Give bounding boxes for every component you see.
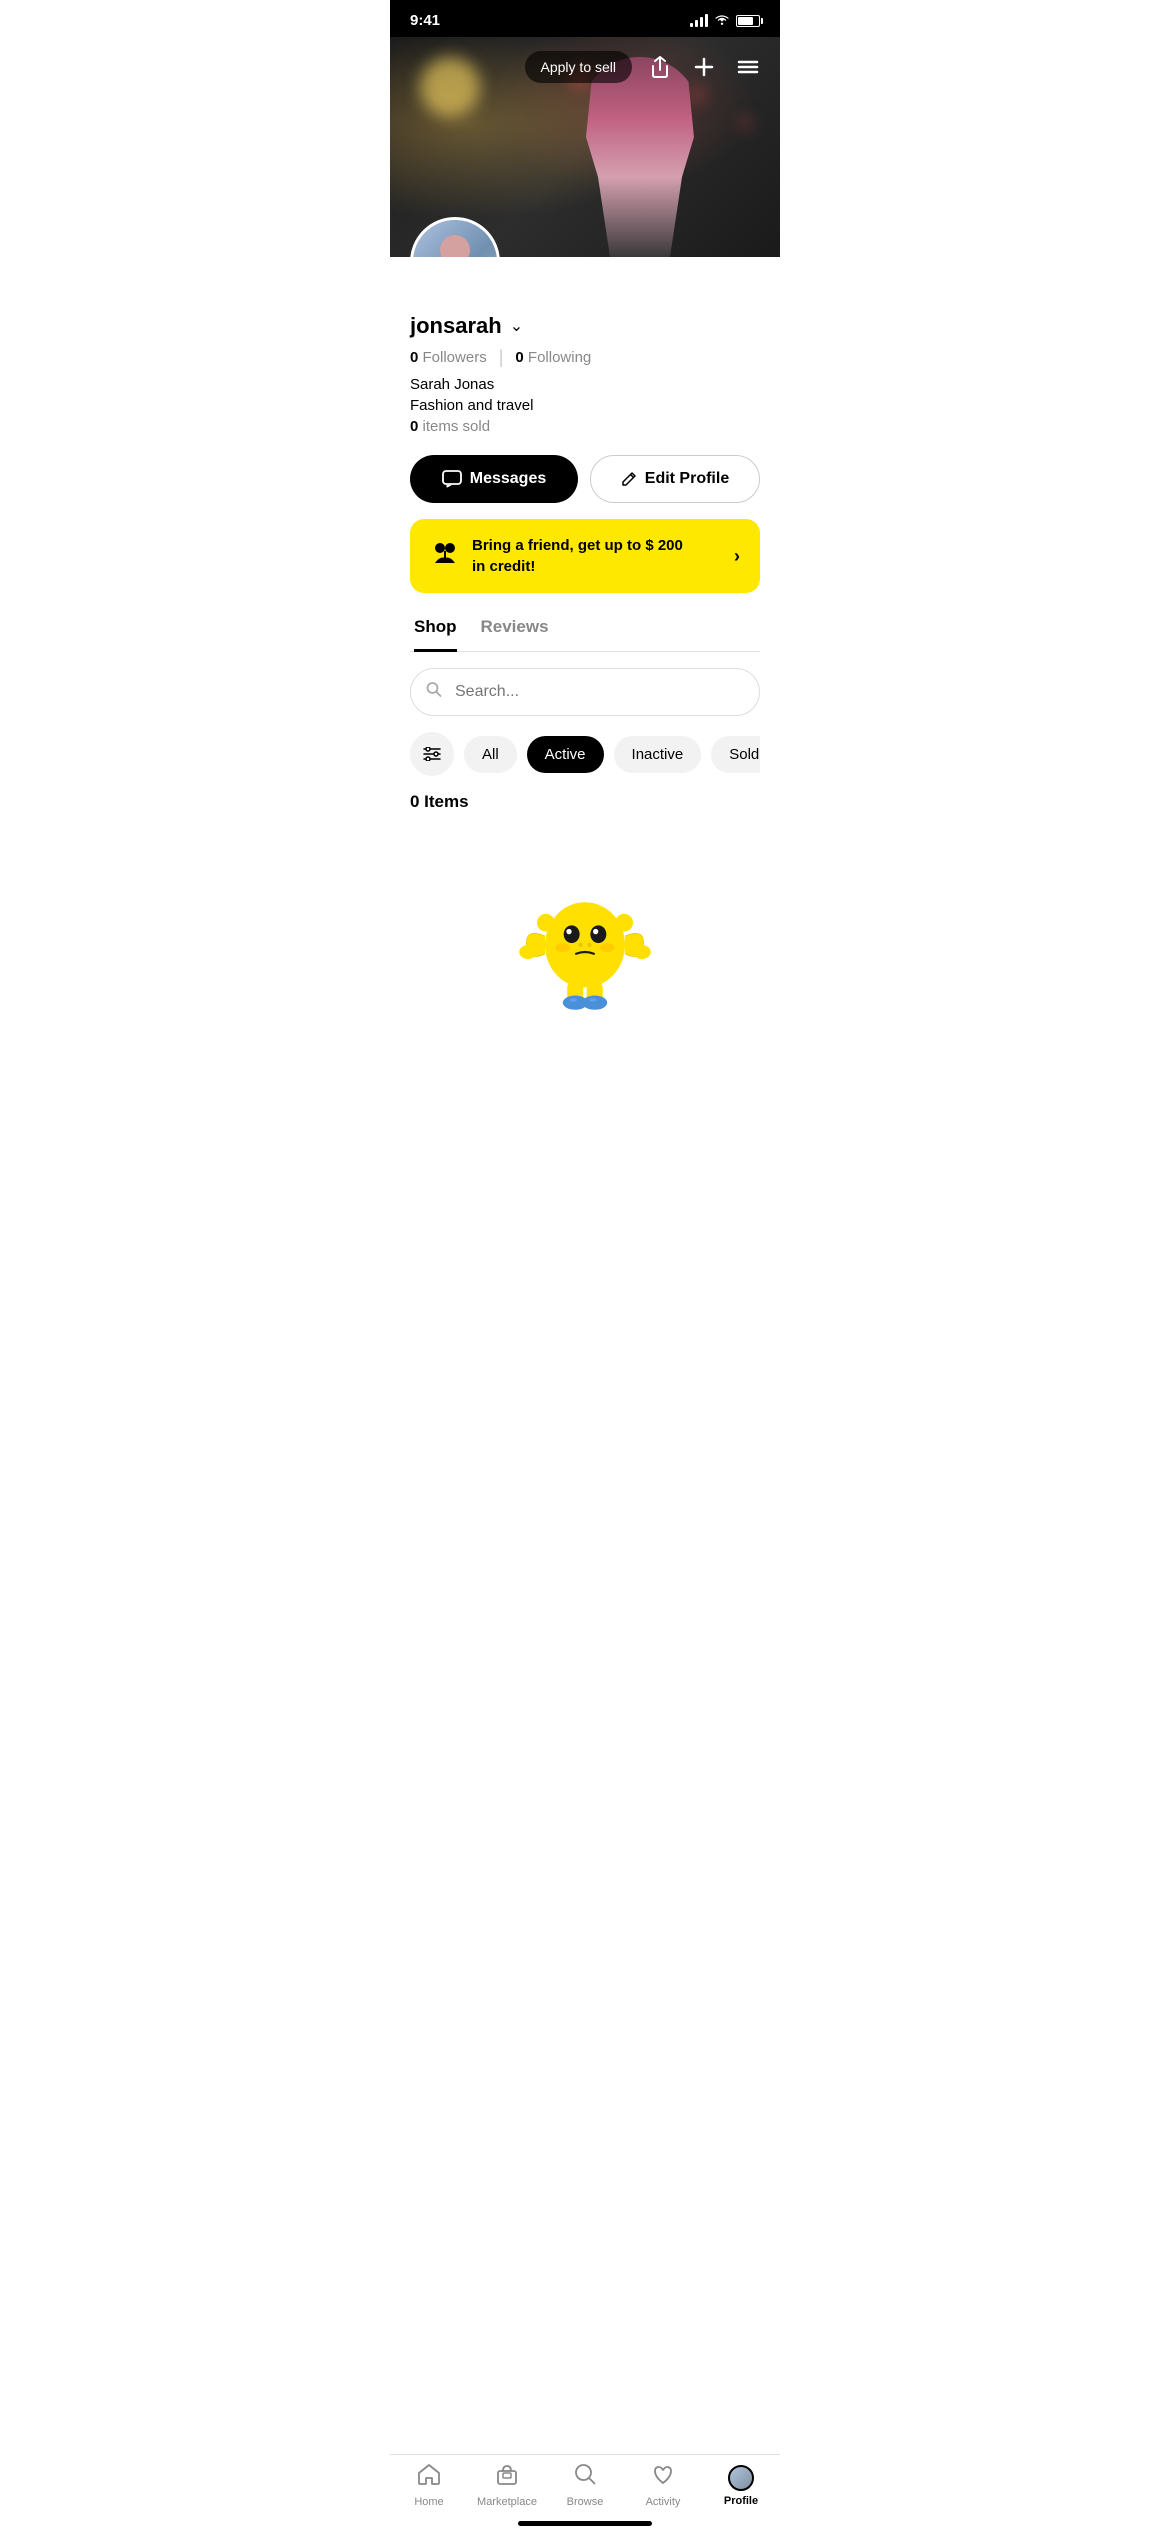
bokeh-light-1 — [420, 57, 480, 117]
home-icon — [417, 2463, 441, 2492]
nav-item-profile[interactable]: Profile — [711, 2465, 771, 2507]
nav-label-profile: Profile — [724, 2495, 758, 2507]
filter-row: All Active Inactive Sold — [410, 732, 760, 776]
avatar-image — [413, 220, 497, 257]
username: jonsarah — [410, 313, 502, 339]
chevron-down-icon[interactable]: ⌄ — [510, 316, 523, 336]
profile-nav-avatar — [728, 2465, 754, 2491]
add-button[interactable] — [688, 51, 720, 83]
search-input[interactable] — [410, 668, 760, 716]
activity-icon — [651, 2463, 675, 2492]
items-count: 0 Items — [390, 792, 780, 812]
bio: Fashion and travel — [410, 397, 760, 414]
signal-icon — [690, 14, 708, 27]
bokeh-light-4 — [740, 117, 752, 129]
nav-label-marketplace: Marketplace — [477, 2496, 537, 2508]
profile-content: jonsarah ⌄ 0 Followers | 0 Following Sar… — [390, 257, 780, 652]
referral-chevron-icon: › — [734, 546, 740, 567]
hero-section: Apply to sell — [390, 37, 780, 257]
search-wrapper — [410, 668, 760, 716]
status-bar: 9:41 — [390, 0, 780, 37]
share-button[interactable] — [644, 51, 676, 83]
followers-stat[interactable]: 0 Followers — [410, 349, 487, 366]
referral-icon — [430, 538, 460, 575]
empty-mascot-icon — [505, 856, 665, 1016]
bottom-spacer — [390, 1036, 780, 1136]
nav-item-marketplace[interactable]: Marketplace — [477, 2463, 537, 2508]
referral-text-wrapper: Bring a friend, get up to $ 200 in credi… — [472, 535, 683, 577]
avatar — [410, 217, 500, 257]
nav-label-activity: Activity — [646, 2496, 681, 2508]
display-name: Sarah Jonas — [410, 376, 760, 393]
shop-tabs: Shop Reviews — [410, 617, 760, 652]
filter-active-button[interactable]: Active — [527, 736, 604, 773]
stat-divider: | — [499, 347, 504, 368]
hero-actions: Apply to sell — [525, 51, 764, 83]
tab-reviews[interactable]: Reviews — [481, 617, 549, 652]
nav-item-browse[interactable]: Browse — [555, 2463, 615, 2508]
home-indicator — [518, 2521, 652, 2526]
filter-all-button[interactable]: All — [464, 736, 517, 773]
following-stat[interactable]: 0 Following — [515, 349, 591, 366]
search-section: All Active Inactive Sold — [390, 652, 780, 776]
bokeh-light-3 — [690, 87, 705, 102]
username-row: jonsarah ⌄ — [410, 313, 760, 339]
referral-text-1: Bring a friend, get up to $ 200 — [472, 535, 683, 556]
filter-inactive-button[interactable]: Inactive — [614, 736, 702, 773]
referral-content: Bring a friend, get up to $ 200 in credi… — [430, 535, 683, 577]
wifi-icon — [714, 13, 730, 28]
items-sold: 0 items sold — [410, 418, 760, 435]
browse-icon — [574, 2463, 596, 2492]
tab-shop[interactable]: Shop — [414, 617, 457, 652]
avatar-wrapper — [410, 217, 500, 257]
apply-to-sell-button[interactable]: Apply to sell — [525, 51, 632, 83]
marketplace-icon — [495, 2463, 519, 2492]
filter-sold-button[interactable]: Sold — [711, 736, 760, 773]
action-buttons: Messages Edit Profile — [410, 455, 760, 503]
edit-profile-button[interactable]: Edit Profile — [590, 455, 760, 503]
search-icon — [426, 682, 442, 703]
nav-label-browse: Browse — [567, 2496, 604, 2508]
messages-button[interactable]: Messages — [410, 455, 578, 503]
stats-row: 0 Followers | 0 Following — [410, 347, 760, 368]
empty-state — [390, 836, 780, 1036]
referral-banner[interactable]: Bring a friend, get up to $ 200 in credi… — [410, 519, 760, 593]
referral-text-2: in credit! — [472, 556, 683, 577]
time: 9:41 — [410, 12, 440, 29]
battery-icon — [736, 15, 760, 27]
menu-button[interactable] — [732, 51, 764, 83]
status-icons — [690, 13, 760, 28]
nav-item-home[interactable]: Home — [399, 2463, 459, 2508]
hero-person-figure — [580, 57, 700, 257]
filter-settings-button[interactable] — [410, 732, 454, 776]
nav-item-activity[interactable]: Activity — [633, 2463, 693, 2508]
nav-label-home: Home — [414, 2496, 443, 2508]
